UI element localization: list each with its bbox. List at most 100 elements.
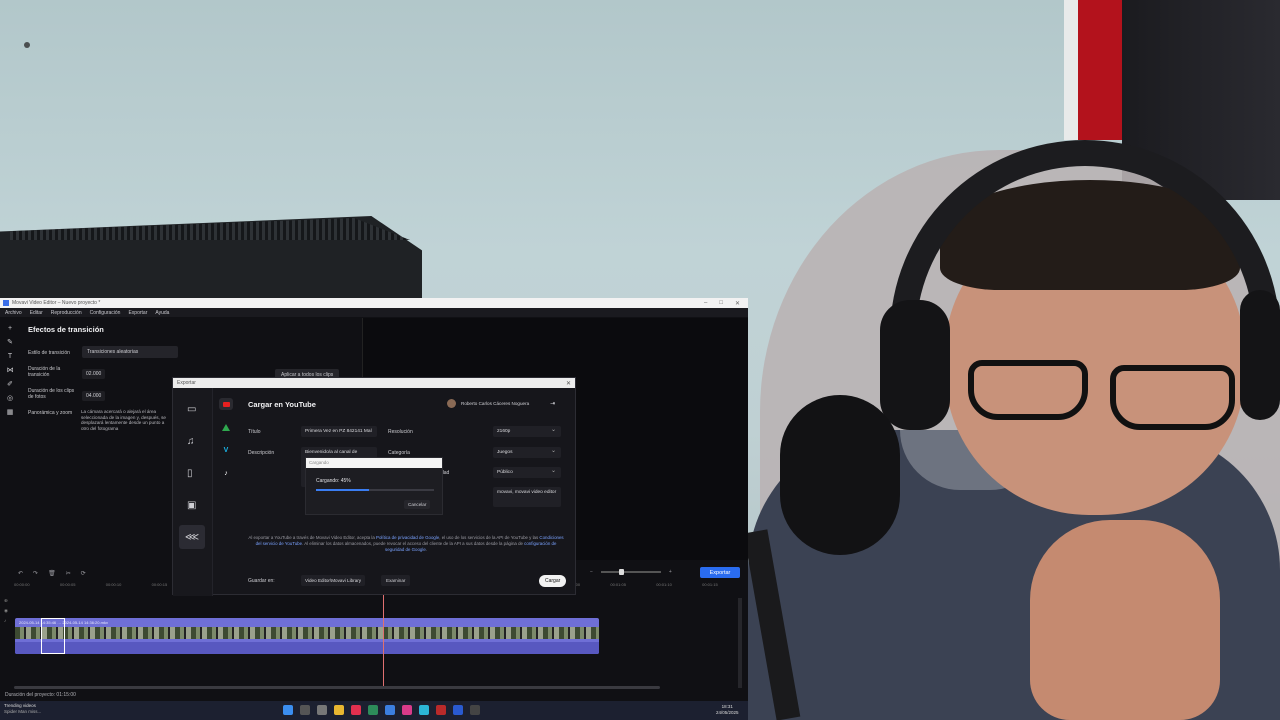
steam-icon[interactable] [470,705,480,715]
microphone [780,395,900,555]
category-label: Categoría [388,450,410,456]
pen-icon[interactable]: ✎ [7,338,13,347]
tiktok-icon[interactable]: ♪ [219,467,233,479]
duration-spinner[interactable]: 02.000 [82,369,106,379]
video-track-clip[interactable]: 2024-05-14 14:35:46 … 2024-05-14 14:36:2… [15,618,599,654]
task-view-icon[interactable] [317,705,327,715]
export-button[interactable]: Exportar [700,567,740,578]
selected-clip[interactable] [41,618,65,654]
account-info: Roberto Carlos Cáceres Noguera ⇥ [447,399,555,408]
upload-progress-bar [316,489,434,491]
delete-icon[interactable]: 🗑 [48,570,56,577]
export-dialog: Exportar ✕ ▭ ♫ ▯ ▣ ⋘ V ♪ Cargar en YouTu… [172,377,576,596]
share-online-icon[interactable]: ⋘ [179,525,205,549]
news-widget[interactable]: Trending videos Spider Man miss... [4,703,41,714]
google-drive-icon[interactable] [219,421,233,433]
zoom-slider-handle[interactable] [618,569,624,575]
browse-button[interactable]: Examinar [381,575,411,586]
avatar [447,399,456,408]
upload-progress-header: Cargando [306,458,442,468]
menu-exportar[interactable]: Exportar [128,310,147,316]
edge-icon[interactable] [385,705,395,715]
app-cyan-icon[interactable] [419,705,429,715]
app-darkred-icon[interactable] [436,705,446,715]
movavi-taskbar-icon[interactable] [402,705,412,715]
audio-track[interactable] [15,642,599,654]
photo-duration-label: Duración de los clips de fotos [28,388,75,400]
ruler-tick: 00:01:05 [610,582,626,587]
person-hand [1030,520,1220,720]
upload-button[interactable]: Cargar [539,575,567,587]
close-icon[interactable]: ✕ [735,300,740,307]
news-subtitle: Spider Man miss... [4,708,42,714]
window-title: Movavi Video Editor – Nuevo proyecto * [12,300,101,306]
privacy-select[interactable]: Público [493,467,561,478]
zoom-out-icon[interactable]: − [590,569,593,575]
upload-progress-label: Cargando: 45% [316,478,351,484]
title-label: Título [248,429,261,435]
mobile-device-icon[interactable]: ▯ [187,468,193,479]
menu-ayuda[interactable]: Ayuda [155,310,169,316]
redo-icon[interactable]: ↷ [33,570,38,577]
cancel-button[interactable]: Cancelar [404,500,431,509]
text-icon[interactable]: T [8,352,12,361]
zoom-in-icon[interactable]: + [669,569,672,575]
tags-input[interactable]: movavi, movavi video editor [493,487,561,507]
filter-icon[interactable]: ◎ [7,394,13,403]
title-input[interactable]: Primera Vez en PZ 842141 Mal [301,426,377,437]
youtube-icon[interactable] [219,398,233,410]
taskbar-clock[interactable]: 18:31 24/05/2025 [716,704,739,716]
logout-icon[interactable]: ⇥ [550,400,555,407]
ruler-tick: 00:00:05 [59,582,76,587]
style-select[interactable]: Transiciones aleatorias [82,346,178,358]
save-to-label: Guardar en: [248,578,275,584]
track-visibility-icon[interactable]: ◉ [4,608,8,614]
search-icon[interactable] [300,705,310,715]
brush-icon[interactable]: ✐ [7,380,13,389]
resolution-label: Resolución [388,429,413,435]
rotate-icon[interactable]: ⟳ [81,570,86,577]
menu-reproduccion[interactable]: Reproducción [51,310,82,316]
legal-text-4: . [425,547,427,552]
headphones-cup-left [880,300,950,430]
transition-icon[interactable]: ⋈ [7,366,14,375]
app-red-icon[interactable] [351,705,361,715]
close-icon[interactable]: ✕ [566,380,575,387]
zoom-slider[interactable] [600,569,661,575]
tv-icon[interactable]: ▣ [187,500,196,511]
category-select[interactable]: Juegos [493,447,561,458]
cut-icon[interactable]: ✂ [66,570,71,577]
timeline-horizontal-scrollbar[interactable] [14,686,660,689]
app-blue-icon[interactable] [453,705,463,715]
playhead[interactable] [383,594,384,686]
save-path-select[interactable]: Video Editor\Movavi Library [301,575,366,586]
menu-bar: Archivo Editar Reproducción Configuració… [0,308,748,317]
menu-archivo[interactable]: Archivo [5,310,22,316]
track-lock-icon[interactable]: ⊕ [4,598,8,604]
ruler-tick: 00:01:10 [656,582,672,587]
headphones-cup-right [1240,290,1280,420]
menu-editar[interactable]: Editar [30,310,43,316]
google-privacy-link[interactable]: Política de privacidad de Google [376,535,439,540]
video-file-icon[interactable]: ▭ [187,404,196,415]
timeline-vertical-scrollbar[interactable] [738,598,742,688]
start-icon[interactable] [283,705,293,715]
panzoom-label: Panorámica y zoom [28,410,73,416]
undo-icon[interactable]: ↶ [18,570,23,577]
resolution-select[interactable]: 2160p [493,426,561,437]
add-media-icon[interactable]: + [8,324,12,333]
duration-label: Duración de la transición [28,366,61,378]
minimize-icon[interactable]: – [704,300,707,307]
maximize-icon[interactable]: □ [719,300,723,307]
app-green-icon[interactable] [368,705,378,715]
photo-duration-spinner[interactable]: 04.000 [82,391,106,401]
file-explorer-icon[interactable] [334,705,344,715]
export-dialog-title: Exportar [177,380,196,386]
audio-file-icon[interactable]: ♫ [187,436,195,447]
track-mute-icon[interactable]: ♪ [4,618,8,623]
wall-spot [24,42,30,48]
style-label: Estilo de transición [28,350,70,356]
vimeo-icon[interactable]: V [219,444,233,456]
menu-configuracion[interactable]: Configuración [90,310,121,316]
grid-icon[interactable]: ▦ [7,408,14,417]
